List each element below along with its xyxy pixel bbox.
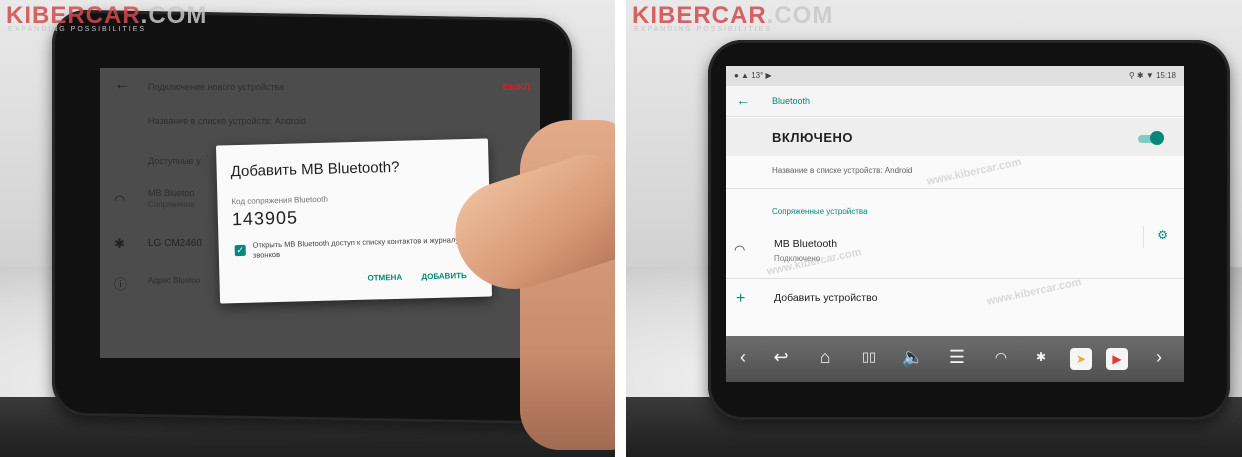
status-bar: ● ▲ 13° ▶ ⚲ ✱ ▼ 15:18 xyxy=(726,66,1184,86)
device-name-row[interactable]: Название в списке устройств: Android xyxy=(772,166,912,175)
watermark-tagline: EXPANDING POSSIBILITIES xyxy=(8,26,147,33)
watermark-overlay: www.kibercar.com xyxy=(985,276,1083,308)
volume-icon[interactable]: 🔈 xyxy=(898,346,928,368)
add-device-item[interactable]: Добавить устройство xyxy=(774,292,877,304)
dimmed-header-row: ← Подключение нового устройства ВЫКЛ xyxy=(100,68,540,104)
bluetooth-toggle-row[interactable]: ВКЛЮЧЕНО xyxy=(726,118,1184,156)
back-icon[interactable]: ↩ xyxy=(766,346,796,368)
device-name-row: Название в списке устройств: Android xyxy=(148,116,306,126)
wifi-icon[interactable]: ◠ xyxy=(986,346,1016,368)
youtube-app-icon[interactable]: ▶ xyxy=(1106,348,1128,370)
paired-device-status: Сопряжение xyxy=(148,200,195,209)
gear-icon[interactable]: ⚙ xyxy=(1157,228,1168,242)
other-device-name[interactable]: LG CM2460 xyxy=(148,238,202,249)
info-icon: ⓘ xyxy=(114,277,128,292)
dialog-title: Добавить MB Bluetooth? xyxy=(230,158,400,181)
plus-icon[interactable]: + xyxy=(736,290,745,308)
toggle-thumb[interactable] xyxy=(1150,131,1164,145)
headphones-icon: ◠ xyxy=(114,192,126,207)
divider xyxy=(726,278,1184,279)
header-action[interactable]: ВЫКЛ xyxy=(503,82,530,92)
menu-icon[interactable]: ☰ xyxy=(942,346,972,368)
navigation-bar: ‹ ↩ ⌂ ▯▯ 🔈 ☰ ◠ ✱ ➤ ▶ › xyxy=(726,336,1184,382)
bluetooth-icon: ✱ xyxy=(114,236,125,251)
page-title: Bluetooth xyxy=(772,96,811,106)
navigation-app-icon[interactable]: ➤ xyxy=(1070,348,1092,370)
contacts-access-checkbox[interactable]: ✓ xyxy=(234,244,246,257)
bluetooth-address-label: Адрес Bluetoo xyxy=(148,276,201,285)
watermark-overlay: www.kibercar.com xyxy=(765,246,863,278)
photo-right: ● ▲ 13° ▶ ⚲ ✱ ▼ 15:18 ← Bluetooth ВКЛЮЧЕ… xyxy=(626,0,1242,457)
settings-app-icon[interactable]: ✱ xyxy=(1026,346,1056,368)
chevron-left-icon[interactable]: ‹ xyxy=(728,346,758,368)
app-bar: ← Bluetooth xyxy=(726,86,1184,117)
status-time: ⚲ ✱ ▼ 15:18 xyxy=(1128,71,1176,80)
split-screen-icon[interactable]: ▯▯ xyxy=(854,346,884,368)
divider xyxy=(726,188,1184,189)
headphones-icon: ◠ xyxy=(734,242,746,257)
pairing-code: 143905 xyxy=(231,207,299,230)
watermark-tagline: EXPANDING POSSIBILITIES xyxy=(634,26,773,33)
paired-section-title: Сопряженные устройства xyxy=(772,207,868,216)
head-unit-screen: ● ▲ 13° ▶ ⚲ ✱ ▼ 15:18 ← Bluetooth ВКЛЮЧЕ… xyxy=(726,66,1184,382)
back-arrow-icon[interactable]: ← xyxy=(736,92,750,108)
toggle-label: ВКЛЮЧЕНО xyxy=(772,130,853,145)
divider xyxy=(1143,226,1144,248)
chevron-right-icon[interactable]: › xyxy=(1144,346,1174,368)
pairing-code-label: Код сопряжения Bluetooth xyxy=(231,194,328,207)
pairing-dialog: Добавить MB Bluetooth? Код сопряжения Bl… xyxy=(215,138,493,304)
weather-temperature: ● ▲ 13° ▶ xyxy=(734,71,772,80)
home-icon[interactable]: ⌂ xyxy=(810,346,840,368)
watermark-overlay: www.kibercar.com xyxy=(925,156,1023,188)
available-section-label: Доступные у xyxy=(148,156,201,166)
add-button[interactable]: ДОБАВИТЬ xyxy=(421,271,467,281)
paired-device-name[interactable]: MB Bluetooth xyxy=(774,238,837,250)
cancel-button[interactable]: ОТМЕНА xyxy=(367,273,402,283)
contacts-access-label: Открыть MB Bluetooth доступ к списку кон… xyxy=(252,235,460,260)
paired-device-name[interactable]: MB Bluetoo xyxy=(148,188,195,198)
header-title: Подключение нового устройства xyxy=(148,82,285,92)
photo-left: ← Подключение нового устройства ВЫКЛ Наз… xyxy=(0,0,615,457)
back-arrow-icon[interactable]: ← xyxy=(114,76,130,94)
